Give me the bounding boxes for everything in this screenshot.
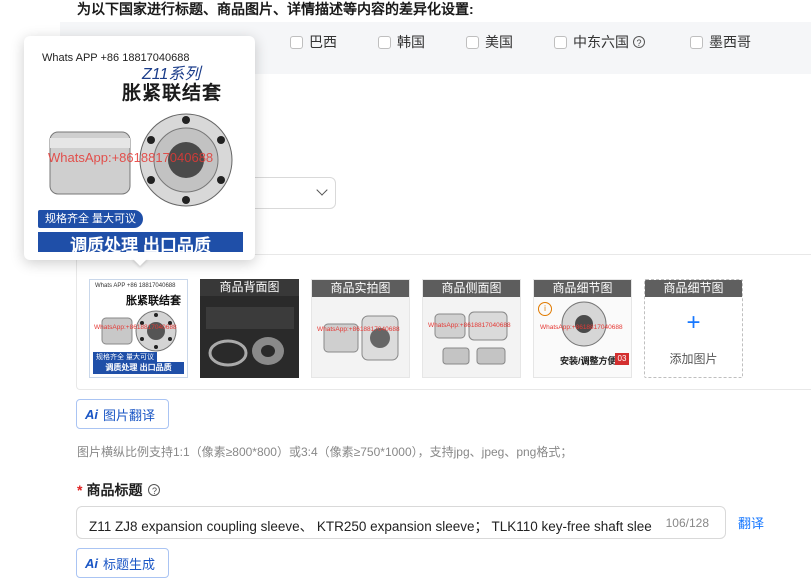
slot-label: 商品背面图 — [200, 279, 299, 296]
thumb-watermark: WhatsApp:+8618817040688 — [540, 324, 623, 331]
add-image-text: 添加图片 — [669, 352, 718, 366]
checkbox[interactable] — [466, 35, 479, 49]
translate-link[interactable]: 翻译 — [738, 513, 764, 532]
slot-label: 商品实拍图 — [312, 280, 409, 297]
popover-arrow — [132, 258, 148, 266]
country-option-gcc[interactable]: 中东六国 ? — [554, 33, 645, 51]
country-label: 韩国 — [397, 34, 425, 50]
char-count: 106/128 — [665, 516, 709, 530]
label-text: 商品标题 — [86, 482, 143, 498]
thumb-badge: 规格齐全 量大可议 — [93, 352, 157, 362]
side-image — [434, 311, 508, 365]
slot-label: 商品侧面图 — [423, 280, 520, 297]
back-image — [206, 307, 294, 367]
plus-icon: + — [686, 309, 701, 336]
image-slot-detail[interactable]: 商品细节图 i WhatsApp:+8618817040688 安装/调整方便 … — [533, 279, 632, 378]
add-image-slot[interactable]: 商品细节图 + 添加图片 — [644, 279, 743, 378]
detail-number: 03 — [615, 353, 629, 365]
image-preview-popover: Whats APP +86 18817040688 Z11系列 胀紧联结套 Wh… — [24, 36, 255, 260]
title-input-value: Z11 ZJ8 expansion coupling sleeve、 KTR25… — [89, 519, 652, 534]
preview-image: Whats APP +86 18817040688 Z11系列 胀紧联结套 Wh… — [38, 46, 243, 252]
thumb-watermark: WhatsApp:+8618817040688 — [94, 324, 177, 331]
thumb-bottom-bar: 调质处理 出口品质 — [93, 362, 184, 374]
button-label: 标题生成 — [103, 556, 156, 572]
coupling-image — [101, 310, 177, 352]
product-title-input[interactable]: Z11 ZJ8 expansion coupling sleeve、 KTR25… — [76, 506, 726, 539]
thumb-watermark: WhatsApp:+8618817040688 — [317, 326, 400, 333]
preview-watermark: WhatsApp:+8618817040688 — [48, 150, 214, 165]
detail-image — [561, 301, 607, 347]
real-photo-image — [323, 315, 399, 361]
detail-subtext: 安装/调整方便 — [560, 356, 617, 366]
country-option-brazil[interactable]: 巴西 — [290, 33, 337, 51]
image-requirements-hint: 图片横纵比例支持1:1（像素≥800*800）或3:4（像素≥750*1000）… — [77, 445, 573, 459]
country-label: 巴西 — [309, 34, 337, 50]
preview-bottom-bar: 调质处理 出口品质 — [38, 232, 243, 252]
title-generate-button[interactable]: Ai 标题生成 — [76, 548, 169, 578]
checkbox[interactable] — [554, 35, 567, 49]
thumb-whatsapp-text: Whats APP +86 18817040688 — [95, 283, 176, 289]
slot-label: 商品细节图 — [645, 280, 742, 297]
image-translate-button[interactable]: Ai 图片翻译 — [76, 399, 169, 429]
product-title-label: * 商品标题 ? — [77, 480, 161, 500]
thumb-title: 胀紧联结套 — [126, 295, 181, 307]
country-settings-heading: 为以下国家进行标题、商品图片、详情描述等内容的差异化设置: — [77, 1, 474, 17]
help-icon[interactable]: ? — [633, 36, 645, 48]
ai-icon: Ai — [85, 406, 98, 422]
country-option-mexico[interactable]: 墨西哥 — [690, 33, 751, 51]
chevron-down-icon — [316, 184, 328, 196]
country-label: 中东六国 — [573, 34, 629, 50]
country-label: 美国 — [485, 34, 513, 50]
info-icon: i — [538, 302, 552, 316]
button-label: 图片翻译 — [103, 407, 156, 423]
checkbox[interactable] — [290, 35, 303, 49]
image-slot-real[interactable]: 商品实拍图 WhatsApp:+8618817040688 — [311, 279, 410, 378]
ai-icon: Ai — [85, 555, 98, 571]
thumb-watermark: WhatsApp:+8618817040688 — [428, 322, 511, 329]
image-slot-main[interactable]: Whats APP +86 18817040688 胀紧联结套 WhatsApp… — [89, 279, 188, 378]
preview-badge: 规格齐全 量大可议 — [38, 210, 144, 228]
country-label: 墨西哥 — [709, 34, 751, 50]
checkbox[interactable] — [690, 35, 703, 49]
image-slot-side[interactable]: 商品侧面图 WhatsApp:+8618817040688 — [422, 279, 521, 378]
country-option-korea[interactable]: 韩国 — [378, 33, 425, 51]
preview-title: 胀紧联结套 — [122, 83, 223, 104]
slot-label: 商品细节图 — [534, 280, 631, 297]
required-mark: * — [77, 482, 83, 498]
image-slot-back[interactable]: 商品背面图 — [200, 279, 299, 378]
country-option-usa[interactable]: 美国 — [466, 33, 513, 51]
help-icon[interactable]: ? — [148, 484, 161, 496]
checkbox[interactable] — [378, 35, 391, 49]
